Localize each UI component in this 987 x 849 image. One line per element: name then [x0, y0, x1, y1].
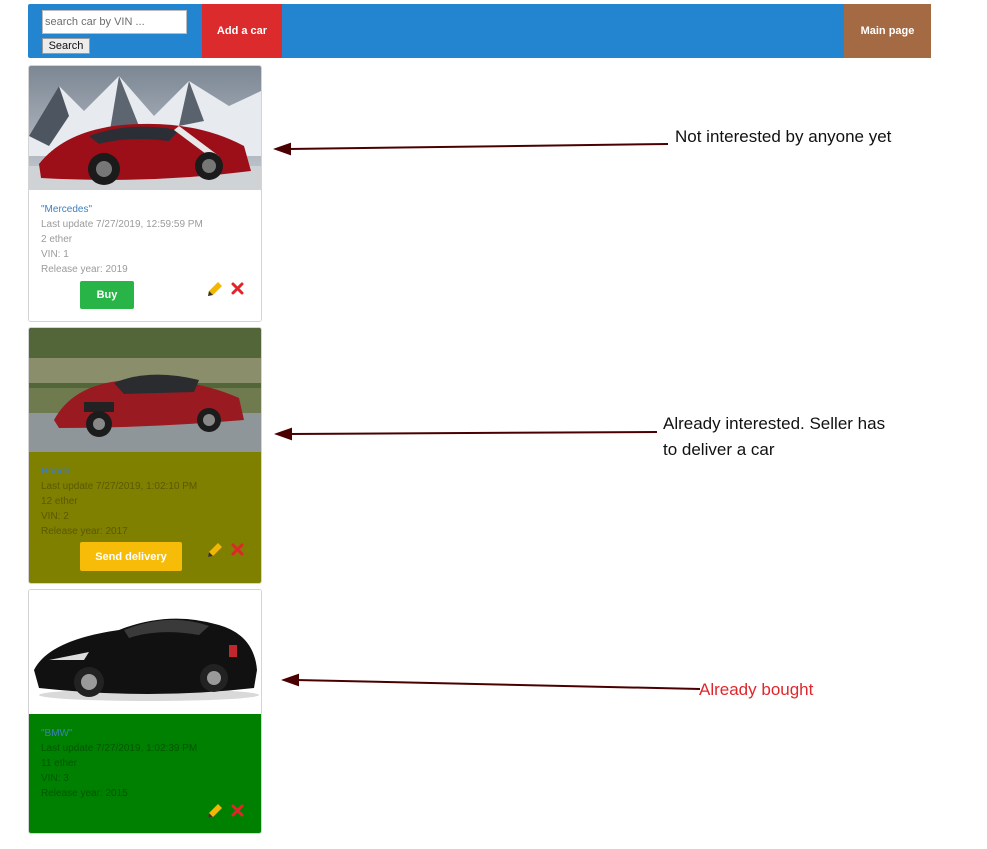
annotation-not-interested: Not interested by anyone yet	[675, 127, 892, 146]
annotation-already-bought: Already bought	[699, 680, 814, 699]
annotation-already-interested: Already interested. Seller has to delive…	[663, 414, 886, 459]
